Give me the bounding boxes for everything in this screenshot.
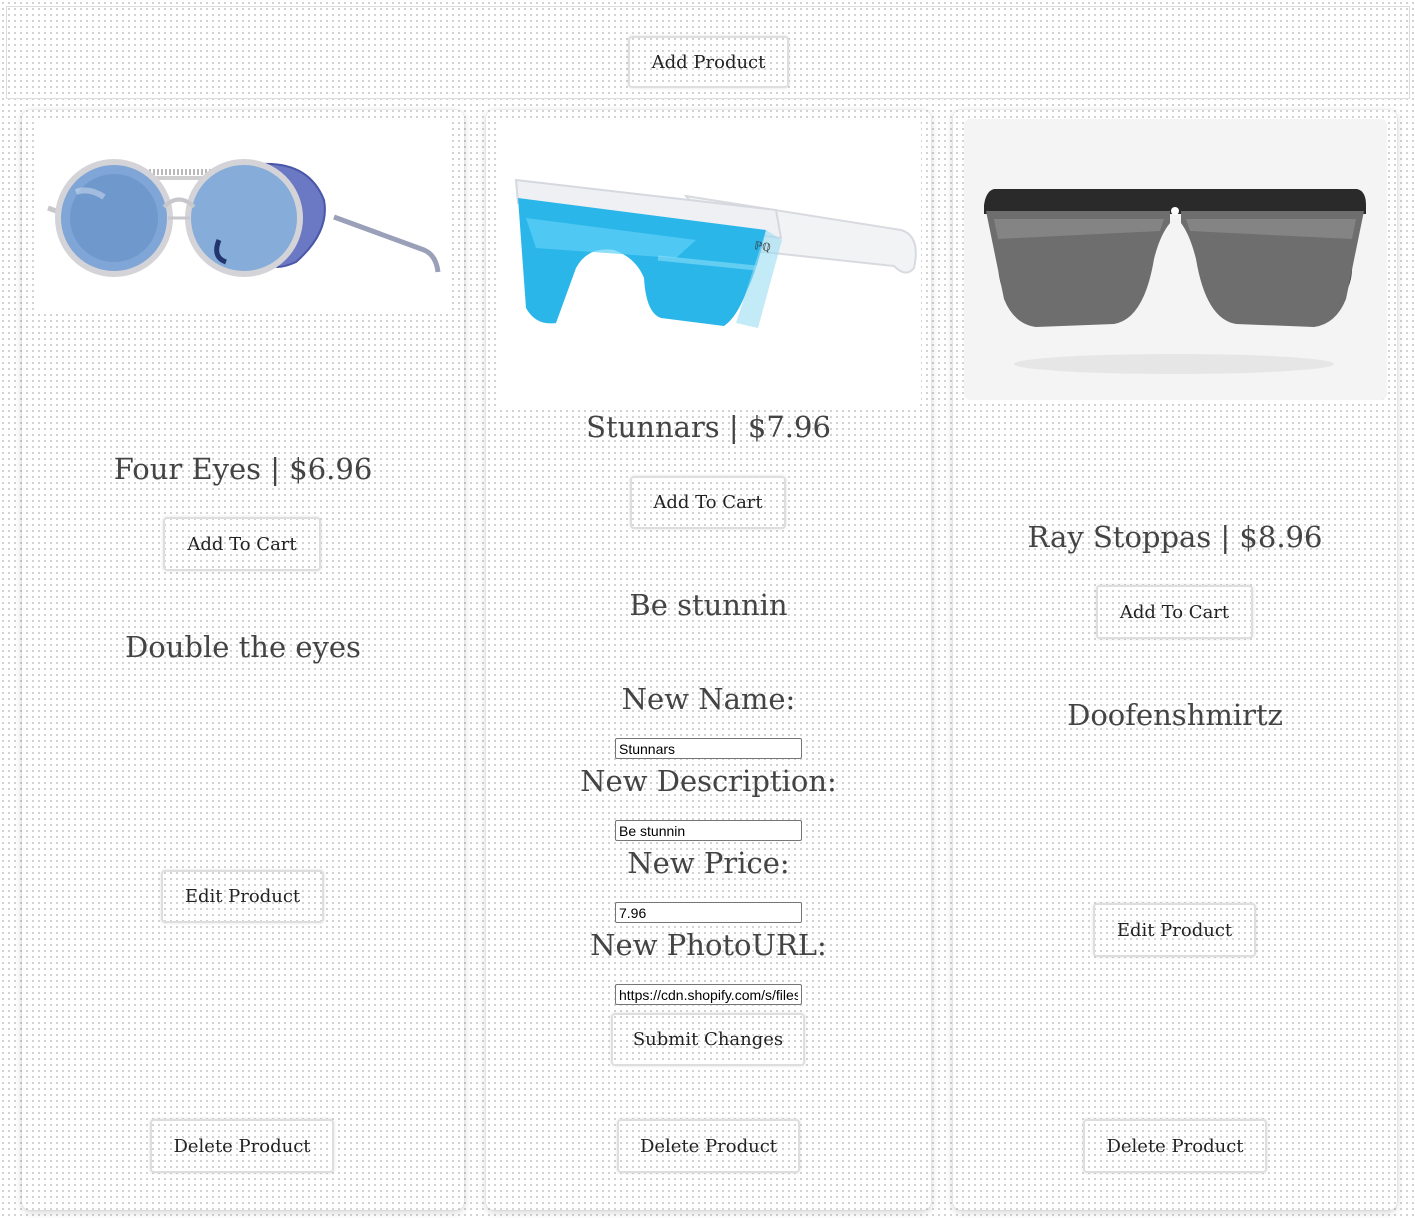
delete-product-button[interactable]: Delete Product <box>150 1119 334 1173</box>
add-to-cart-button[interactable]: Add To Cart <box>1096 585 1253 639</box>
submit-changes-button[interactable]: Submit Changes <box>611 1013 805 1066</box>
product-card: Four Eyes | $6.96 Add To Cart Double the… <box>22 110 464 1210</box>
product-image <box>34 122 452 312</box>
new-price-label: New Price: <box>627 846 790 880</box>
svg-text:ℙℚ: ℙℚ <box>754 239 772 254</box>
new-name-input[interactable] <box>615 738 802 759</box>
add-to-cart-button[interactable]: Add To Cart <box>163 517 321 571</box>
product-title: Four Eyes | $6.96 <box>113 452 373 486</box>
add-product-button[interactable]: Add Product <box>628 36 789 88</box>
delete-product-button[interactable]: Delete Product <box>617 1119 800 1173</box>
product-description: Doofenshmirtz <box>1067 698 1283 732</box>
product-description: Be stunnin <box>629 588 788 622</box>
new-description-label: New Description: <box>580 764 837 798</box>
product-card: ℙℚ Stunnars | $7.96 Add To Cart Be stunn… <box>486 110 931 1210</box>
new-photo-url-label: New PhotoURL: <box>590 928 827 962</box>
edit-product-button[interactable]: Edit Product <box>161 870 324 923</box>
product-card: Ray Stoppas | $8.96 Add To Cart Doofensh… <box>953 110 1397 1210</box>
add-to-cart-button[interactable]: Add To Cart <box>630 476 786 529</box>
new-name-label: New Name: <box>621 682 796 716</box>
shield-sunglasses-icon: ℙℚ <box>496 118 921 408</box>
new-photo-url-input[interactable] <box>615 984 802 1005</box>
delete-product-button[interactable]: Delete Product <box>1083 1119 1267 1173</box>
round-sunglasses-icon <box>34 122 452 312</box>
product-image <box>964 119 1387 400</box>
new-description-input[interactable] <box>615 820 802 841</box>
product-image: ℙℚ <box>496 118 921 408</box>
grey-sunglasses-icon <box>964 119 1387 400</box>
product-description: Double the eyes <box>125 630 361 664</box>
product-title: Ray Stoppas | $8.96 <box>1027 520 1323 554</box>
product-title: Stunnars | $7.96 <box>586 410 831 444</box>
edit-product-button[interactable]: Edit Product <box>1093 903 1256 957</box>
new-price-input[interactable] <box>615 902 802 923</box>
